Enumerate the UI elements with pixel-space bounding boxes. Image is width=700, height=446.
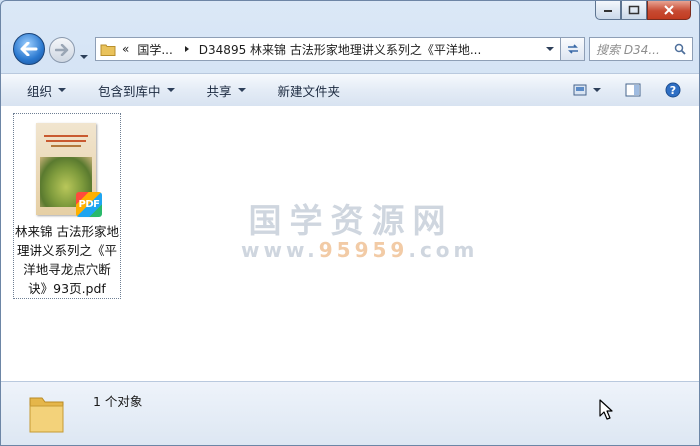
file-name[interactable]: 林来锦 古法形家地理讲义系列之《平洋地寻龙点穴断诀》93页.pdf bbox=[15, 222, 119, 298]
refresh-button[interactable] bbox=[561, 37, 585, 61]
recent-pages-button[interactable] bbox=[80, 44, 88, 63]
svg-text:?: ? bbox=[670, 84, 676, 97]
breadcrumb-current[interactable]: D34895 林来锦 古法形家地理讲义系列之《平洋地... bbox=[199, 41, 529, 58]
watermark-url-suffix: .com bbox=[408, 238, 479, 262]
organize-label: 组织 bbox=[27, 83, 53, 99]
minimize-button[interactable] bbox=[595, 1, 621, 20]
chevron-down-icon bbox=[166, 88, 175, 92]
search-box[interactable]: 搜索 D34... bbox=[589, 37, 693, 61]
preview-pane-button[interactable] bbox=[613, 79, 653, 101]
help-button[interactable]: ? bbox=[653, 79, 693, 101]
change-view-button[interactable] bbox=[561, 79, 613, 101]
watermark-url-number: 95959 bbox=[318, 238, 409, 262]
folder-icon bbox=[100, 44, 116, 56]
breadcrumb-separator-icon[interactable] bbox=[183, 45, 191, 53]
search-icon[interactable] bbox=[674, 43, 686, 55]
new-folder-button[interactable]: 新建文件夹 bbox=[266, 79, 353, 101]
breadcrumb-overflow[interactable]: « bbox=[122, 42, 129, 56]
thumbnail-title-line bbox=[46, 140, 86, 142]
thumbnail-title-line bbox=[51, 145, 81, 147]
chevron-down-icon bbox=[237, 88, 246, 92]
preview-pane-icon bbox=[625, 83, 641, 97]
close-icon bbox=[664, 5, 674, 15]
watermark-url: www.95959.com bbox=[241, 238, 474, 262]
include-library-label: 包含到库中 bbox=[98, 83, 161, 99]
new-folder-label: 新建文件夹 bbox=[277, 83, 341, 99]
share-button[interactable]: 共享 bbox=[195, 79, 258, 101]
maximize-icon bbox=[628, 5, 640, 15]
watermark: 国学资源网 www.95959.com bbox=[241, 194, 474, 262]
file-item[interactable]: PDF 林来锦 古法形家地理讲义系列之《平洋地寻龙点穴断诀》93页.pdf bbox=[13, 113, 121, 299]
chevron-down-icon bbox=[80, 55, 88, 59]
breadcrumb-item[interactable]: 国学... bbox=[137, 41, 172, 58]
forward-button[interactable] bbox=[49, 37, 75, 63]
watermark-url-prefix: www. bbox=[241, 238, 319, 262]
chevron-down-icon bbox=[593, 88, 601, 92]
pdf-badge-label: PDF bbox=[78, 199, 100, 210]
chevron-down-icon bbox=[58, 88, 67, 92]
maximize-button[interactable] bbox=[621, 1, 647, 20]
item-count: 1 个对象 bbox=[93, 394, 143, 409]
mouse-cursor-icon bbox=[599, 399, 613, 420]
navigation-bar: « 国学... D34895 林来锦 古法形家地理讲义系列之《平洋地... 搜索… bbox=[9, 32, 693, 66]
caption-buttons bbox=[595, 1, 691, 20]
address-bar[interactable]: « 国学... D34895 林来锦 古法形家地理讲义系列之《平洋地... bbox=[95, 37, 561, 61]
refresh-icon bbox=[567, 44, 578, 54]
command-bar: 组织 包含到库中 共享 新建文件夹 ? bbox=[1, 73, 699, 107]
minimize-icon bbox=[604, 10, 612, 12]
pdf-icon: PDF bbox=[76, 192, 102, 217]
search-input[interactable]: 搜索 D34... bbox=[596, 41, 660, 58]
arrow-right-icon bbox=[55, 44, 69, 56]
watermark-title: 国学资源网 bbox=[248, 201, 454, 240]
view-icon bbox=[573, 84, 587, 96]
close-button[interactable] bbox=[647, 1, 691, 20]
arrow-left-icon bbox=[20, 42, 38, 56]
folder-icon bbox=[29, 397, 64, 433]
address-dropdown-icon[interactable] bbox=[546, 47, 554, 51]
explorer-window: « 国学... D34895 林来锦 古法形家地理讲义系列之《平洋地... 搜索… bbox=[0, 0, 700, 446]
details-pane: 1 个对象 bbox=[1, 381, 699, 445]
file-list-pane[interactable]: 国学资源网 www.95959.com PDF 林来锦 古法形家地理讲义系列之《… bbox=[1, 106, 699, 381]
back-button[interactable] bbox=[13, 33, 45, 65]
include-in-library-button[interactable]: 包含到库中 bbox=[86, 79, 187, 101]
organize-button[interactable]: 组织 bbox=[15, 79, 78, 101]
share-label: 共享 bbox=[206, 83, 232, 99]
help-icon: ? bbox=[665, 82, 681, 98]
thumbnail-title-line bbox=[44, 135, 88, 137]
